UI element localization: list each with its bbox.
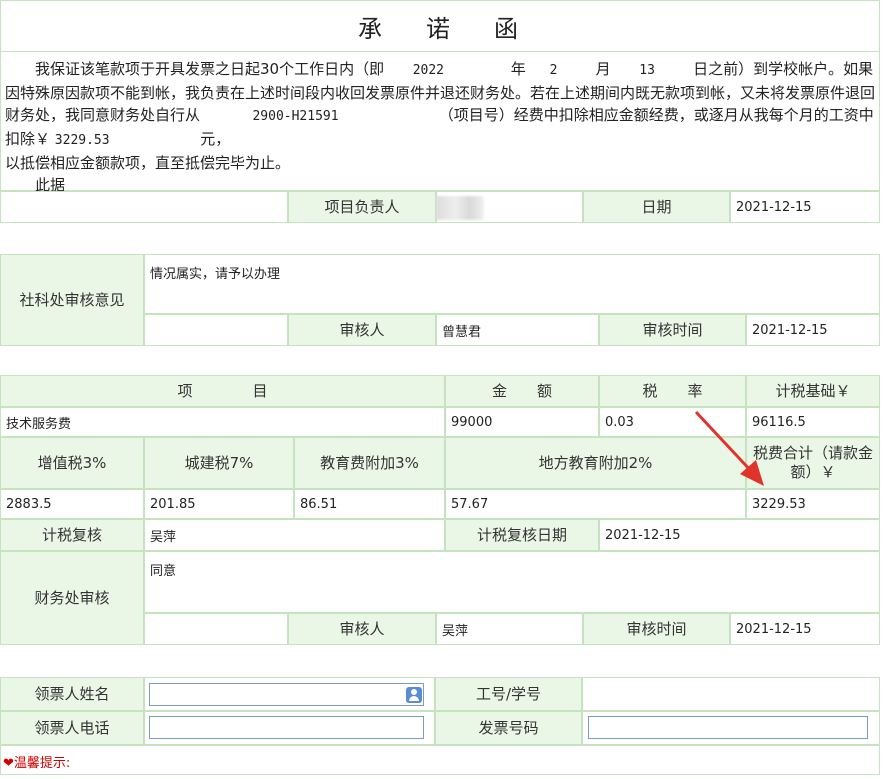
header-item: 项 目 [0, 375, 445, 407]
deadline-month: 2 [549, 63, 558, 78]
arrow-shaft [694, 410, 754, 474]
item-name: 技术服务费 [0, 407, 445, 437]
edu-surcharge-value: 86.51 [294, 489, 445, 519]
pledge-text: 我保证该笔款项于开具发票之日起30个工作日内（即 2022 年 2 月 13 日… [0, 52, 880, 194]
header-rate: 税 率 [599, 375, 746, 407]
invoice-number-label: 发票号码 [435, 711, 582, 745]
signer-date: 2021-12-15 [730, 191, 880, 223]
deadline-year: 2022 [412, 63, 445, 78]
social-review-time-label: 审核时间 [599, 314, 746, 346]
finance-review-label: 财务处审核 [0, 551, 144, 645]
social-review-blank [144, 314, 288, 346]
header-amount: 金 额 [445, 375, 599, 407]
staff-id-label: 工号/学号 [435, 677, 582, 711]
receiver-name-label: 领票人姓名 [0, 677, 144, 711]
receiver-phone-input[interactable] [149, 716, 424, 739]
receiver-name-input[interactable] [149, 683, 424, 706]
social-review-opinion: 情况属实，请予以办理 [144, 254, 880, 314]
header-vat: 增值税3% [0, 437, 144, 489]
city-tax-value: 201.85 [144, 489, 294, 519]
receiver-phone-label: 领票人电话 [0, 711, 144, 745]
deduct-amount: 3229.53 [54, 133, 110, 148]
finance-reviewer-label: 审核人 [288, 613, 436, 645]
header-city-tax: 城建税7% [144, 437, 294, 489]
social-review-time: 2021-12-15 [746, 314, 880, 346]
deadline-day: 13 [639, 63, 655, 78]
tax-check-label: 计税复核 [0, 519, 144, 551]
header-edu-surcharge: 教育费附加3% [294, 437, 445, 489]
finance-review-time: 2021-12-15 [730, 613, 880, 645]
tax-check-date: 2021-12-15 [599, 519, 880, 551]
signer-label: 项目负责人 [288, 191, 436, 223]
finance-review-blank [144, 613, 288, 645]
item-amount: 99000 [445, 407, 599, 437]
social-reviewer-label: 审核人 [288, 314, 436, 346]
social-review-label: 社科处审核意见 [0, 254, 144, 346]
tax-total-value: 3229.53 [746, 489, 880, 519]
invoice-number-input[interactable] [588, 716, 868, 739]
warm-tip: ❤温馨提示: [3, 756, 71, 771]
finance-reviewer: 吴萍 [436, 613, 583, 645]
signer-date-label: 日期 [583, 191, 730, 223]
social-reviewer: 曾慧君 [436, 314, 599, 346]
project-number: 2900-H21591 [252, 109, 339, 124]
contact-icon [406, 687, 422, 703]
signer-blank [0, 191, 288, 223]
title-char-1: 承 [358, 14, 386, 43]
tip-row [0, 745, 880, 775]
finance-review-opinion: 同意 [144, 551, 880, 613]
title-char-3: 函 [494, 14, 522, 43]
title-char-2: 诺 [426, 14, 454, 43]
finance-review-time-label: 审核时间 [583, 613, 730, 645]
header-base: 计税基础￥ [746, 375, 880, 407]
annotation-arrow [694, 410, 764, 486]
staff-id-value [582, 677, 880, 711]
local-edu-value: 57.67 [445, 489, 746, 519]
vat-value: 2883.5 [0, 489, 144, 519]
tax-checker: 吴萍 [144, 519, 445, 551]
tax-check-date-label: 计税复核日期 [445, 519, 599, 551]
redacted-name [436, 196, 484, 220]
letter-title: 承 诺 函 [0, 0, 880, 52]
contact-picker-button[interactable] [404, 685, 424, 705]
